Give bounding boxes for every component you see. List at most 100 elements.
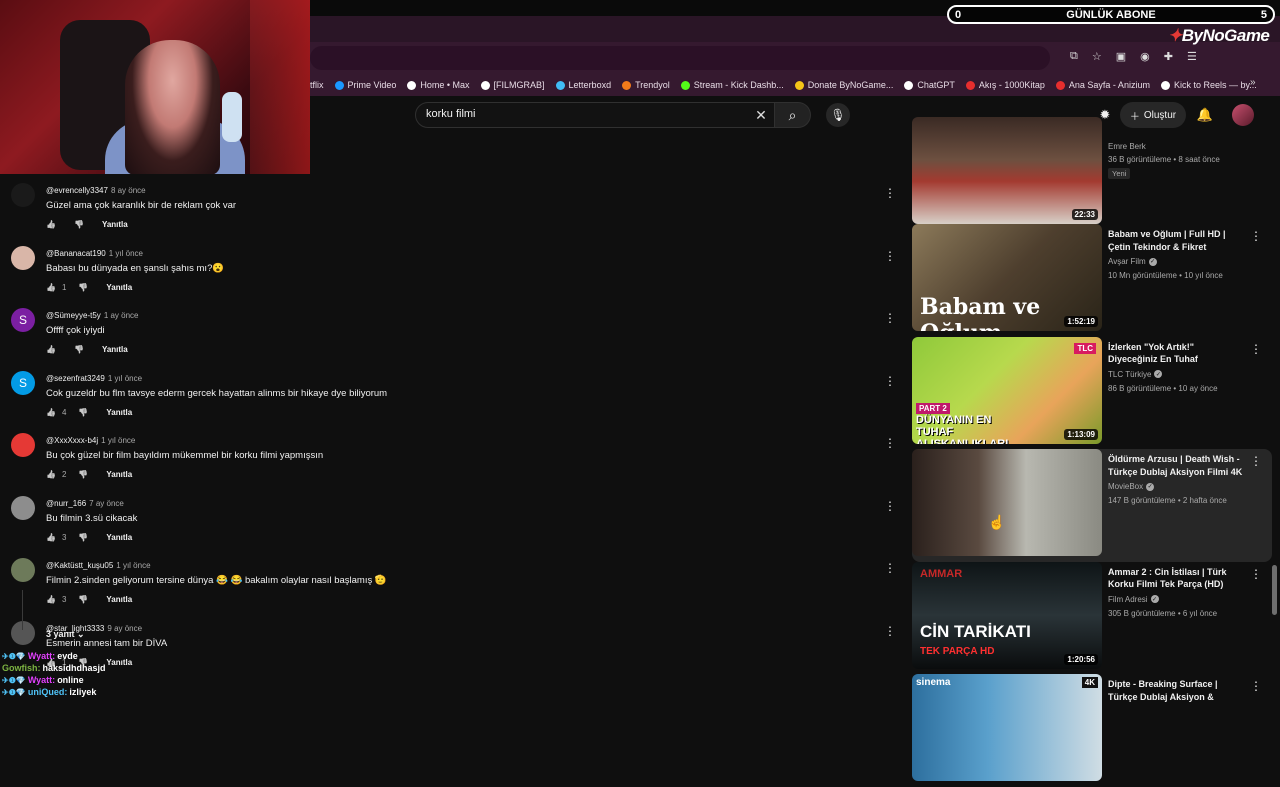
comment-author[interactable]: @Kaktüstt_kuşu05 1 yıl önce xyxy=(46,561,151,570)
bookmark-item[interactable]: Stream - Kick Dashb... xyxy=(680,80,784,90)
dislike-icon[interactable]: 👎 xyxy=(78,595,88,604)
like-icon[interactable]: 👍 xyxy=(46,408,56,417)
bookmark-item[interactable]: Donate ByNoGame... xyxy=(794,80,893,90)
comment-author-name[interactable]: @Kaktüstt_kuşu05 xyxy=(46,561,113,570)
channel-name[interactable]: Avşar Film xyxy=(1108,257,1146,266)
comment-avatar[interactable] xyxy=(11,183,35,207)
extension-icon[interactable]: ◉ xyxy=(1140,50,1150,63)
scrollbar-track[interactable] xyxy=(1271,134,1279,700)
puzzle-icon[interactable]: ✚ xyxy=(1164,50,1173,63)
comment-author[interactable]: @sezenfrat3249 1 yıl önce xyxy=(46,374,142,383)
comment-more-icon[interactable]: ⋮ xyxy=(884,311,896,325)
comment-author-name[interactable]: @Sümeyye-t5y xyxy=(46,311,101,320)
video-channel[interactable]: Emre Berk xyxy=(1108,142,1146,151)
reply-button[interactable]: Yanıtla xyxy=(106,595,132,604)
comment-author[interactable]: @evrencelly3347 8 ay önce xyxy=(46,186,146,195)
comment-author-name[interactable]: @Bananacat190 xyxy=(46,249,106,258)
bookmark-item[interactable]: Home • Max xyxy=(407,80,470,90)
like-icon[interactable]: 👍 xyxy=(46,595,56,604)
address-bar[interactable] xyxy=(310,46,1050,70)
search-input[interactable]: korku filmi xyxy=(415,102,775,128)
channel-name[interactable]: Film Adresi xyxy=(1108,595,1148,604)
like-icon[interactable]: 👍 xyxy=(46,345,56,354)
dislike-icon[interactable]: 👎 xyxy=(78,283,88,292)
comment-avatar[interactable]: S xyxy=(11,308,35,332)
comment-time[interactable]: 1 yıl önce xyxy=(109,249,143,258)
comment-more-icon[interactable]: ⋮ xyxy=(884,561,896,575)
video-item[interactable]: Öldürme Arzusu | Death Wish - Türkçe Dub… xyxy=(912,449,1272,562)
comment-avatar[interactable]: S xyxy=(11,370,35,395)
video-more-icon[interactable]: ⋮ xyxy=(1250,567,1262,581)
video-thumbnail[interactable] xyxy=(912,449,1102,556)
video-channel[interactable]: Avşar Film ✓ xyxy=(1108,257,1157,266)
reply-button[interactable]: Yanıtla xyxy=(106,408,132,417)
comment-author[interactable]: @Bananacat190 1 yıl önce xyxy=(46,249,143,258)
video-item[interactable]: DÜNYANIN EN TUHAF ALIŞKANLIKLARI PART 2 TL… xyxy=(912,336,1272,450)
reading-list-icon[interactable]: ☰ xyxy=(1187,50,1197,63)
reply-button[interactable]: Yanıtla xyxy=(106,470,132,479)
video-title[interactable]: Dipte - Breaking Surface | Türkçe Dublaj… xyxy=(1108,678,1246,704)
bookmark-item[interactable]: Ana Sayfa - Anizium xyxy=(1055,80,1150,90)
bookmark-star-icon[interactable]: ☆ xyxy=(1092,50,1102,63)
video-channel[interactable]: MovieBox ✓ xyxy=(1108,482,1155,491)
bookmark-item[interactable]: Prime Video xyxy=(334,80,396,90)
comment-time[interactable]: 9 ay önce xyxy=(107,624,142,633)
cast-icon[interactable]: ⧉ xyxy=(1070,50,1078,63)
comment-time[interactable]: 8 ay önce xyxy=(111,186,146,195)
bookmarks-overflow-icon[interactable]: » xyxy=(1250,77,1256,88)
comment-author-name[interactable]: @XxxXxxx-b4j xyxy=(46,436,98,445)
video-item[interactable]: CİN TARİKATI TEK PARÇA HD AMMAR 1:20:56 Amma… xyxy=(912,561,1272,675)
comment-more-icon[interactable]: ⋮ xyxy=(884,186,896,200)
channel-name[interactable]: Emre Berk xyxy=(1108,142,1146,151)
like-icon[interactable]: 👍 xyxy=(46,470,56,479)
channel-name[interactable]: TLC Türkiye xyxy=(1108,370,1151,379)
bookmark-item[interactable]: tflix xyxy=(310,80,324,90)
comment-more-icon[interactable]: ⋮ xyxy=(884,374,896,388)
video-more-icon[interactable]: ⋮ xyxy=(1250,229,1262,243)
video-channel[interactable]: TLC Türkiye ✓ xyxy=(1108,370,1163,379)
video-more-icon[interactable]: ⋮ xyxy=(1250,679,1262,693)
video-thumbnail[interactable]: 4K sinema xyxy=(912,674,1102,781)
bookmark-item[interactable]: Letterboxd xyxy=(555,80,611,90)
comment-avatar[interactable] xyxy=(11,558,35,582)
comment-avatar[interactable] xyxy=(11,620,35,645)
video-thumbnail[interactable]: Babam ve Oğlum1:52:19 xyxy=(912,224,1102,331)
bookmark-item[interactable]: ChatGPT xyxy=(904,80,955,90)
dislike-icon[interactable]: 👎 xyxy=(74,220,84,229)
dislike-icon[interactable]: 👎 xyxy=(74,345,84,354)
video-item[interactable]: 4K sinema Dipte - Breaking Surface | Türkç… xyxy=(912,674,1272,787)
comment-time[interactable]: 1 yıl önce xyxy=(101,436,135,445)
video-title[interactable]: İzlerken "Yok Artık!" Diyeceğiniz En Tuh… xyxy=(1108,341,1246,367)
bookmark-item[interactable]: [FILMGRAB] xyxy=(480,80,545,90)
like-icon[interactable]: 👍 xyxy=(46,533,56,542)
video-thumbnail[interactable]: 22:33 xyxy=(912,117,1102,224)
video-more-icon[interactable]: ⋮ xyxy=(1250,342,1262,356)
voice-search-button[interactable]: 🎙 xyxy=(826,103,850,127)
comment-author-name[interactable]: @sezenfrat3249 xyxy=(46,374,105,383)
bookmark-item[interactable]: Trendyol xyxy=(622,80,670,90)
video-item[interactable]: 22:33 Emre Berk 36 B görüntüleme • 8 saat … xyxy=(912,117,1272,224)
video-title[interactable]: Öldürme Arzusu | Death Wish - Türkçe Dub… xyxy=(1108,453,1246,478)
scrollbar-thumb[interactable] xyxy=(1272,565,1277,615)
video-thumbnail[interactable]: CİN TARİKATI TEK PARÇA HD AMMAR 1:20:56 xyxy=(912,561,1102,669)
comment-avatar[interactable] xyxy=(11,245,35,270)
bookmark-item[interactable]: Kick to Reels — by... xyxy=(1160,80,1257,90)
reply-button[interactable]: Yanıtla xyxy=(102,345,128,354)
reply-button[interactable]: Yanıtla xyxy=(106,283,132,292)
reply-button[interactable]: Yanıtla xyxy=(106,533,132,542)
account-avatar[interactable] xyxy=(1232,104,1254,126)
like-icon[interactable]: 👍 xyxy=(46,283,56,292)
comment-time[interactable]: 1 yıl önce xyxy=(116,561,150,570)
comment-avatar[interactable] xyxy=(11,495,35,520)
comment-time[interactable]: 1 ay önce xyxy=(104,311,139,320)
video-channel[interactable]: Film Adresi ✓ xyxy=(1108,595,1159,604)
comment-author[interactable]: @XxxXxxx-b4j 1 yıl önce xyxy=(46,436,135,445)
comment-author[interactable]: @Sümeyye-t5y 1 ay önce xyxy=(46,311,139,320)
search-button[interactable]: ⌕ xyxy=(775,102,811,128)
replies-toggle[interactable]: 3 yanıt ⌄ xyxy=(46,629,85,640)
video-item[interactable]: Babam ve Oğlum1:52:19Babam ve Oğlum | Fu… xyxy=(912,224,1272,337)
video-thumbnail[interactable]: DÜNYANIN EN TUHAF ALIŞKANLIKLARI PART 2 TL… xyxy=(912,336,1102,444)
comment-time[interactable]: 1 yıl önce xyxy=(108,374,142,383)
video-title[interactable]: Ammar 2 : Cin İstilası | Türk Korku Film… xyxy=(1108,566,1246,591)
channel-name[interactable]: MovieBox xyxy=(1108,482,1143,491)
